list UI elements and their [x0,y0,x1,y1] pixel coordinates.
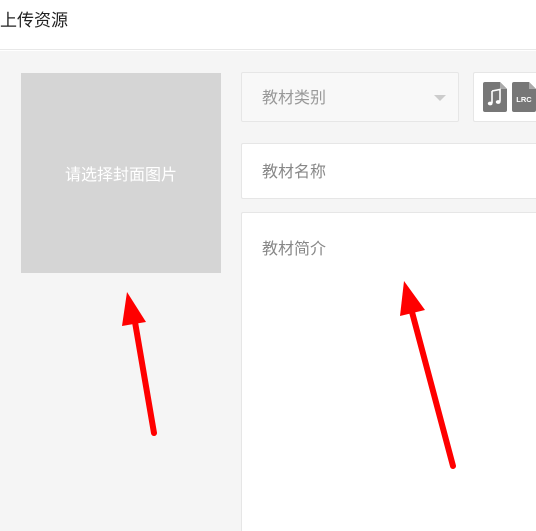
music-file-icon[interactable] [483,82,507,112]
intro-textarea[interactable] [242,213,536,531]
cover-image-picker[interactable]: 请选择封面图片 [21,73,221,273]
category-select[interactable]: 教材类别 [241,72,459,122]
name-input[interactable] [242,144,536,198]
header-bar: 上传资源 [0,0,536,50]
upload-form-area: 请选择封面图片 教材类别 LRC [0,51,536,531]
page-title: 上传资源 [0,11,68,31]
lrc-icon-label: LRC [516,95,532,104]
file-type-icons: LRC [473,72,536,122]
name-field[interactable] [241,143,536,199]
caret-down-icon [434,95,446,101]
intro-field[interactable] [241,212,536,531]
cover-picker-label: 请选择封面图片 [64,165,177,184]
lrc-file-icon[interactable]: LRC [512,82,536,112]
category-select-placeholder: 教材类别 [262,88,327,107]
